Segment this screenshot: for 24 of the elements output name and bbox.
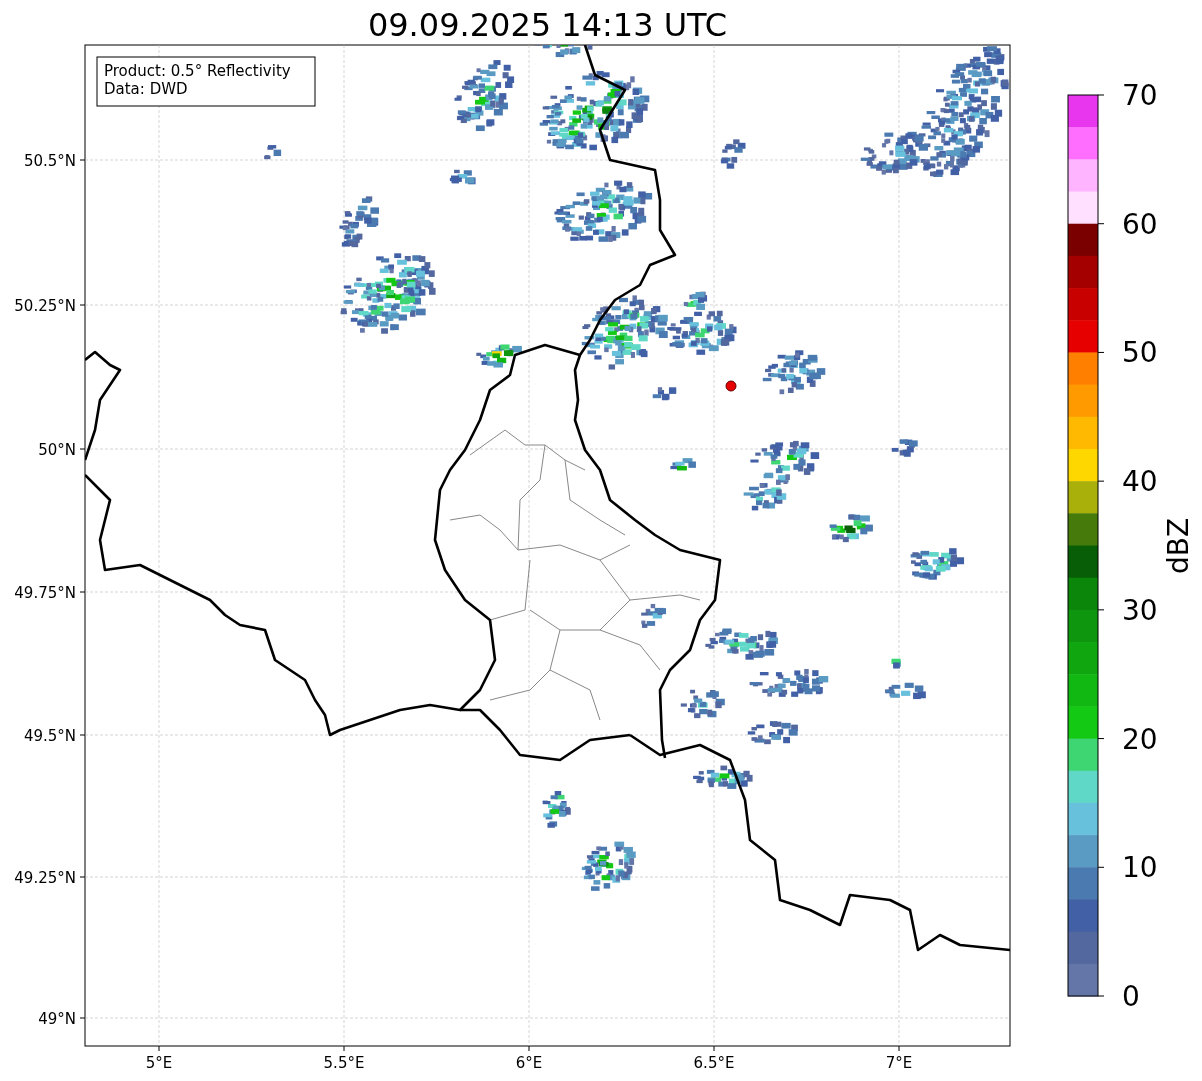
info-text: Product: 0.5° Reflectivity — [104, 62, 291, 80]
colorbar-tick-label: 0 — [1122, 980, 1140, 1013]
colorbar-tick-label: 70 — [1122, 79, 1158, 112]
colorbar-tick-label: 40 — [1122, 465, 1158, 499]
colorbar-tick-label: 10 — [1122, 851, 1158, 885]
colorbar-tick-label: 30 — [1122, 593, 1158, 627]
chart-title: 09.09.2025 14:13 UTC — [367, 6, 728, 44]
axis-tick-label: 50.5°N — [23, 152, 76, 170]
colorbar-tick-label: 50 — [1122, 336, 1158, 370]
axis-tick-label: 6.5°E — [693, 1054, 735, 1072]
axis-tick-label: 50.25°N — [14, 297, 76, 315]
axis-tick-label: 6°E — [515, 1054, 543, 1072]
info-text: Data: DWD — [104, 80, 188, 98]
colorbar-tick-label: 20 — [1122, 722, 1158, 756]
axis-tick-label: 50°N — [38, 441, 76, 459]
axis-tick-label: 49°N — [38, 1010, 76, 1028]
axis-tick-label: 49.75°N — [14, 584, 76, 602]
axis-tick-label: 5.5°E — [323, 1054, 365, 1072]
axis-tick-label: 49.5°N — [23, 727, 76, 745]
axis-tick-label: 7°E — [885, 1054, 913, 1072]
axis-tick-label: 49.25°N — [14, 869, 76, 887]
colorbar-label: dBZ — [1162, 517, 1195, 575]
colorbar-tick-label: 60 — [1122, 207, 1158, 241]
axis-tick-label: 5°E — [145, 1054, 173, 1072]
